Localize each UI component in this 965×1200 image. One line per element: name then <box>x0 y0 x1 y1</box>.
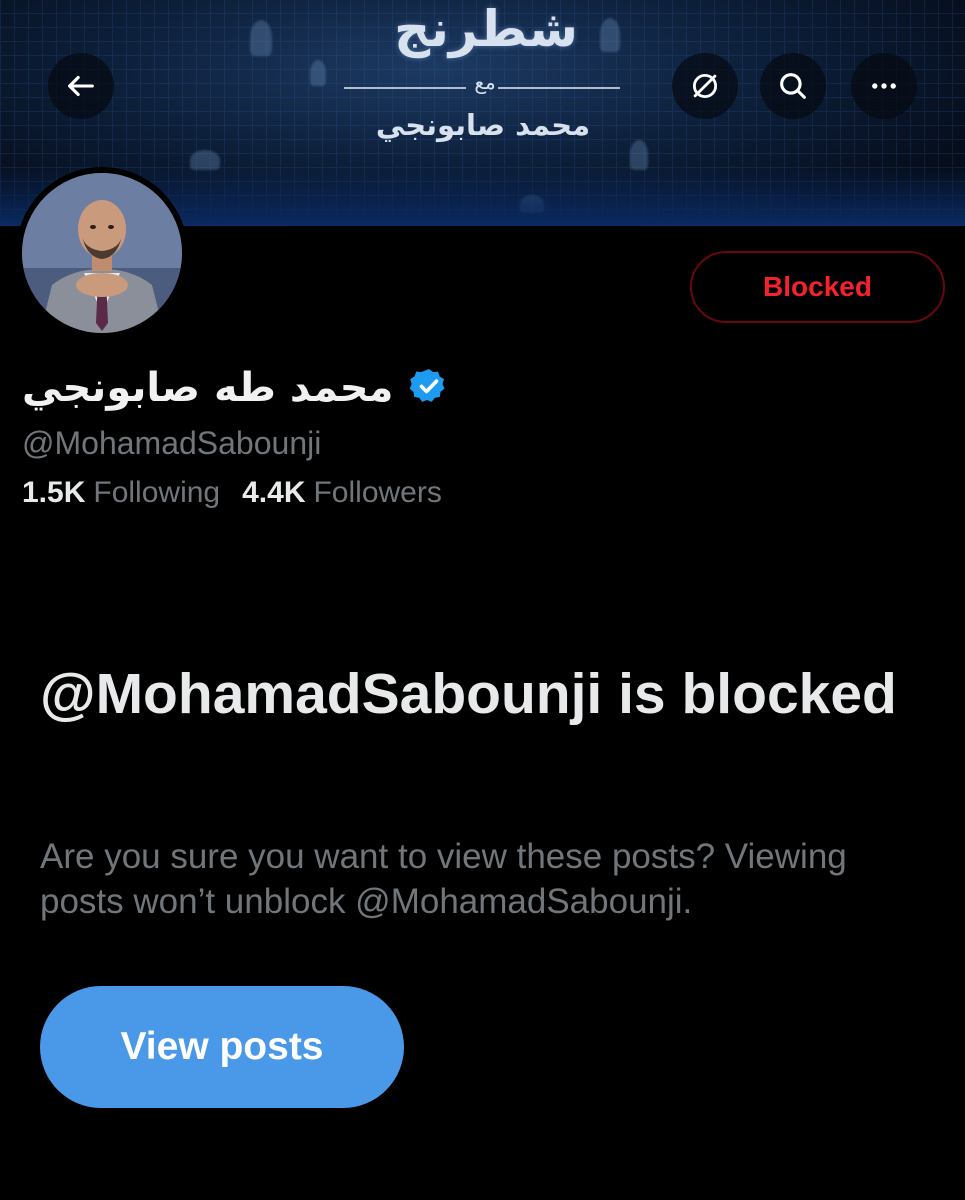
banner-title: شطرنج <box>394 0 578 58</box>
banner-host-name: محمد صابونجي <box>375 108 591 142</box>
display-name: محمد طه صابونجي <box>22 365 394 411</box>
followers-count: 4.4K <box>242 476 306 509</box>
followers-link[interactable]: 4.4K Followers <box>242 476 442 510</box>
following-label: Following <box>93 476 221 509</box>
arrow-left-icon <box>64 69 98 103</box>
avatar-photo <box>22 173 182 333</box>
profile-handle: @MohamadSabounji <box>22 425 322 461</box>
blocked-button[interactable]: Blocked <box>690 251 945 323</box>
view-posts-button[interactable]: View posts <box>40 986 404 1108</box>
blocked-notice-title: @MohamadSabounji is blocked <box>40 662 897 726</box>
chess-piece-decoration <box>600 18 620 52</box>
chess-piece-decoration <box>250 20 272 56</box>
no-translate-icon <box>688 69 722 103</box>
blocked-notice-description: Are you sure you want to view these post… <box>40 837 847 921</box>
search-icon <box>776 69 810 103</box>
verified-badge-icon[interactable] <box>409 366 449 411</box>
banner-divider-right <box>498 87 620 89</box>
follow-stats: 1.5K Following 4.4K Followers <box>22 476 442 510</box>
display-name-row: محمد طه صابونجي <box>22 360 449 416</box>
chess-piece-decoration <box>310 60 326 86</box>
translate-toggle-button[interactable] <box>672 53 738 119</box>
more-horizontal-icon <box>867 69 901 103</box>
chess-piece-decoration <box>520 195 544 213</box>
banner-with-text: مع <box>474 70 496 94</box>
following-count: 1.5K <box>22 476 86 509</box>
back-button[interactable] <box>48 53 114 119</box>
chess-piece-decoration <box>190 150 220 170</box>
profile-avatar[interactable] <box>16 167 188 339</box>
following-link[interactable]: 1.5K Following <box>22 476 220 510</box>
more-options-button[interactable] <box>851 53 917 119</box>
chess-piece-decoration <box>630 140 648 170</box>
search-button[interactable] <box>760 53 826 119</box>
followers-label: Followers <box>313 476 442 509</box>
